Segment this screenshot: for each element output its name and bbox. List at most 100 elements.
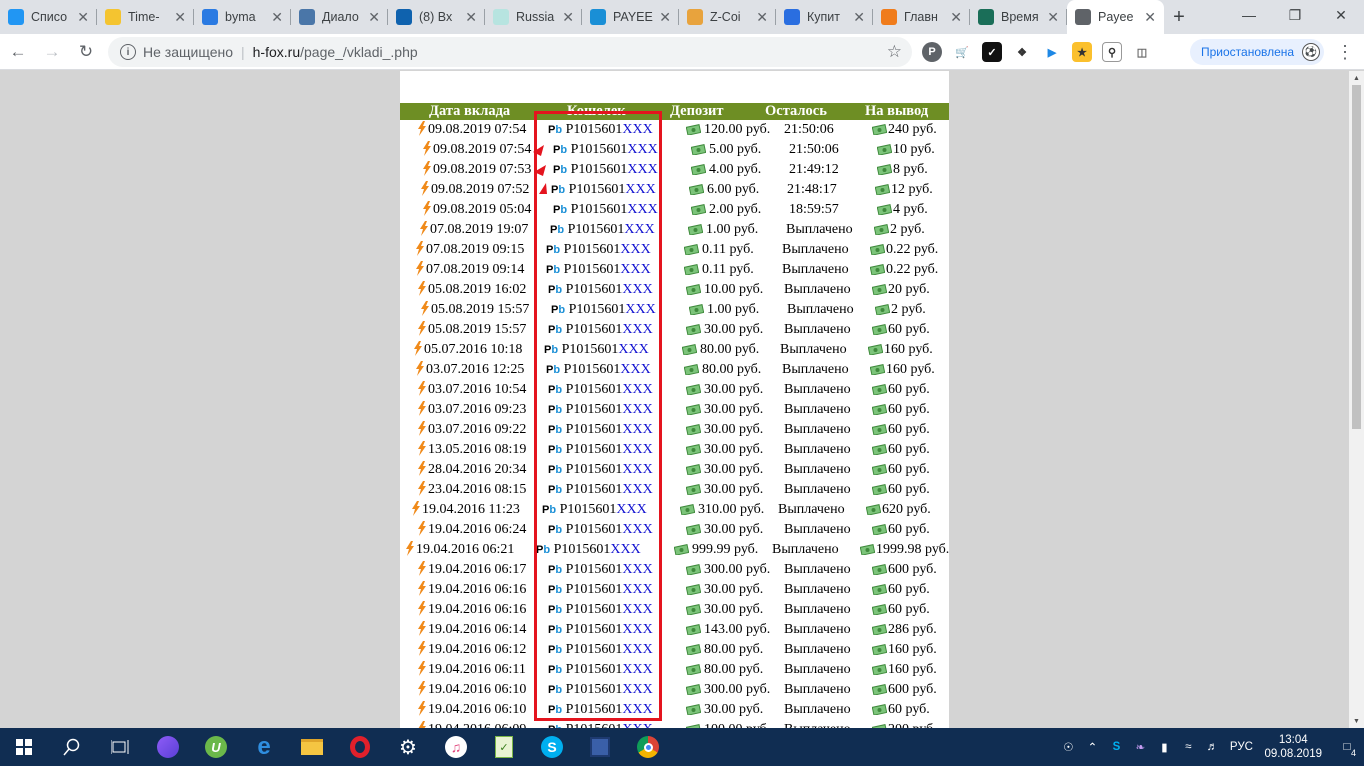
f-icon [784,9,800,25]
browser-tab[interactable]: PAYEE ✕ [582,0,679,34]
notifications-icon[interactable]: □ 4 [1330,728,1364,766]
volume-icon[interactable]: ♬ [1200,728,1224,766]
money-icon [680,504,695,515]
cell-remaining: 21:50:06 [784,122,834,137]
browser-tab[interactable]: Главн ✕ [873,0,970,34]
tray-expand-icon[interactable]: ⌃ [1080,728,1104,766]
cell-payout: 286 руб. [888,622,937,637]
notepad-icon[interactable]: ✓ [480,728,528,766]
extension-monitor-icon[interactable]: ◫ [1132,42,1152,62]
browser-tab[interactable]: Списо ✕ [0,0,97,34]
profile-sync-button[interactable]: Приостановлена ⚽ [1190,39,1324,65]
close-tab-icon[interactable]: ✕ [1047,9,1059,26]
reload-icon[interactable]: ↻ [70,36,102,68]
browser-tab[interactable]: Время ✕ [970,0,1067,34]
browser-tab[interactable]: (8) Вх ✕ [388,0,485,34]
close-tab-icon[interactable]: ✕ [368,9,380,26]
browser-tab[interactable]: Z-Coi ✕ [679,0,776,34]
close-tab-icon[interactable]: ✕ [465,9,477,26]
cell-remaining: Выплачено [784,642,851,657]
search-icon[interactable] [48,728,96,766]
clock[interactable]: 13:04 09.08.2019 [1264,733,1322,761]
scroll-down-icon[interactable]: ▼ [1349,714,1364,728]
browser-tab[interactable]: Диало ✕ [291,0,388,34]
alice-icon[interactable] [144,728,192,766]
skype-tray-icon[interactable]: S [1104,728,1128,766]
close-tab-icon[interactable]: ✕ [950,9,962,26]
language-indicator[interactable]: РУС [1224,728,1258,766]
close-tab-icon[interactable]: ✕ [756,9,768,26]
browser-tab[interactable]: Купит ✕ [776,0,873,34]
money-icon [686,644,701,655]
money-icon [872,704,887,715]
save-icon[interactable] [576,728,624,766]
cell-payout: 160 руб. [888,662,937,677]
skype-icon[interactable]: S [528,728,576,766]
extension-pocket-icon[interactable]: ✓ [982,42,1002,62]
close-tab-icon[interactable]: ✕ [659,9,671,26]
lightning-icon [423,161,431,176]
close-tab-icon[interactable]: ✕ [174,9,186,26]
close-tab-icon[interactable]: ✕ [853,9,865,26]
browser-tab[interactable]: byma ✕ [194,0,291,34]
close-tab-icon[interactable]: ✕ [562,9,574,26]
minimize-button[interactable]: — [1226,0,1272,30]
cell-remaining: Выплачено [772,542,839,557]
cell-deposit: 0.11 руб. [702,242,754,257]
cell-payout: 160 руб. [884,342,933,357]
feather-tray-icon[interactable]: ❧ [1128,728,1152,766]
extension-cart-icon[interactable]: 🛒 [952,42,972,62]
close-tab-icon[interactable]: ✕ [77,9,89,26]
extension-badge-icon[interactable]: ★ [1072,42,1092,62]
extension-play-icon[interactable]: ▶ [1042,42,1062,62]
cell-deposit: 30.00 руб. [704,522,764,537]
cell-deposit: 999.99 руб. [692,542,759,557]
money-icon [691,204,706,215]
browser-tab[interactable]: Time- ✕ [97,0,194,34]
people-icon[interactable]: ☉ [1056,728,1080,766]
back-icon[interactable]: ← [2,36,34,68]
file-explorer-icon[interactable] [288,728,336,766]
restore-button[interactable]: ❐ [1272,0,1318,30]
money-icon [686,484,701,495]
cell-remaining: Выплачено [784,582,851,597]
lightning-icon [418,701,426,716]
extension-search-icon[interactable]: ⚲ [1102,42,1122,62]
new-tab-button[interactable]: + [1164,0,1194,34]
extension-puzzle-icon[interactable]: ❖ [1012,42,1032,62]
cell-date: 09.08.2019 05:04 [433,202,532,217]
fox-icon [881,9,897,25]
battery-icon[interactable]: ▮ [1152,728,1176,766]
cell-deposit: 30.00 руб. [704,602,764,617]
close-tab-icon[interactable]: ✕ [1144,9,1156,26]
forward-icon[interactable]: → [36,36,68,68]
table-row: 05.08.2019 15:57 Pb P1015601XXX 30.00 руб.… [400,320,949,340]
windows-start-icon[interactable] [0,728,48,766]
settings-icon[interactable]: ⚙ [384,728,432,766]
tab-title: Диало [322,10,359,24]
lightning-icon [418,581,426,596]
close-tab-icon[interactable]: ✕ [271,9,283,26]
edge-icon[interactable]: e [240,728,288,766]
browser-tab[interactable]: Russia ✕ [485,0,582,34]
scroll-thumb[interactable] [1352,85,1361,429]
vertical-scrollbar[interactable]: ▲ ▼ [1349,71,1364,728]
table-row: 09.08.2019 07:53 Pb P1015601XXX 4.00 руб. 2… [400,160,949,180]
info-icon[interactable]: i [120,44,136,60]
extension-p-icon[interactable]: P [922,42,942,62]
cell-payout: 8 руб. [893,162,928,177]
money-icon [872,524,887,535]
opera-icon[interactable] [336,728,384,766]
wifi-icon[interactable]: ≈ [1176,728,1200,766]
menu-dots-icon[interactable]: ⋮ [1336,42,1354,63]
itunes-icon[interactable]: ♫ [432,728,480,766]
task-view-icon[interactable] [96,728,144,766]
scroll-up-icon[interactable]: ▲ [1349,71,1364,85]
money-icon [682,344,697,355]
chrome-icon[interactable] [624,728,672,766]
close-window-button[interactable]: ✕ [1318,0,1364,30]
address-bar[interactable]: i Не защищено | h-fox.ru /page_/vkladi_.… [108,37,912,67]
browser-tab[interactable]: Payee ✕ [1067,0,1164,34]
bookmark-star-icon[interactable]: ☆ [887,42,902,62]
utorrent-icon[interactable]: U [192,728,240,766]
